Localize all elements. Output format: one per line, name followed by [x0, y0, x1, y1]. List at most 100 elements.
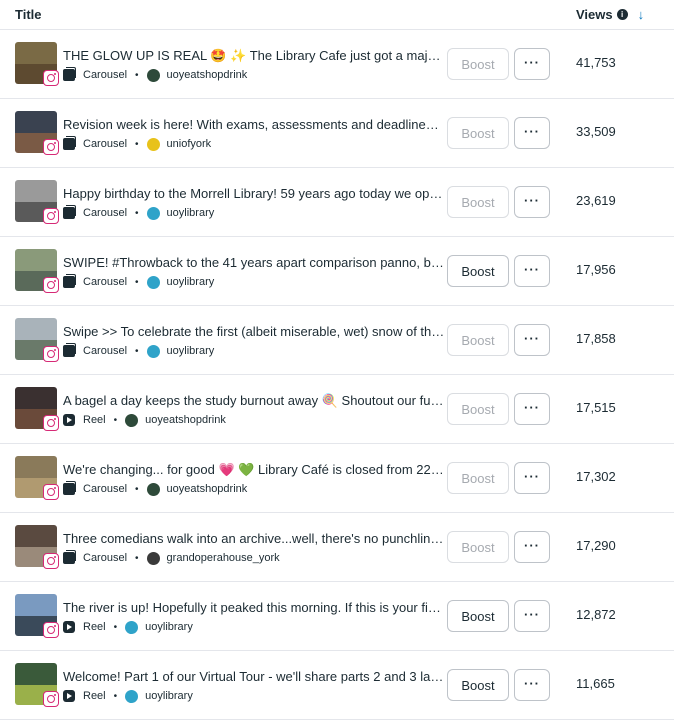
view-count: 17,290	[576, 538, 616, 553]
carousel-icon	[63, 343, 76, 357]
account-name: uoyeatshopdrink	[145, 414, 226, 426]
post-type-label: Carousel	[83, 276, 128, 288]
account-name: uoyeatshopdrink	[166, 69, 248, 81]
post-title[interactable]: THE GLOW UP IS REAL 🤩 ✨ The Library Cafe…	[63, 48, 445, 64]
sort-descending-icon[interactable]: ↓	[638, 7, 645, 22]
view-count: 11,665	[576, 676, 615, 691]
post-meta: Carousel • uniofyork	[63, 136, 212, 151]
table-row[interactable]: A bagel a day keeps the study burnout aw…	[0, 375, 674, 444]
post-meta: Carousel • uoyeatshopdrink	[63, 67, 248, 82]
post-type-label: Carousel	[83, 69, 128, 81]
thumbnail-top	[15, 180, 57, 202]
more-options-button[interactable]: ···	[514, 531, 550, 563]
thumbnail-top	[15, 111, 57, 133]
account-avatar	[146, 206, 160, 220]
info-icon[interactable]: i	[616, 9, 628, 20]
post-type-label: Carousel	[83, 483, 128, 495]
post-type-label: Carousel	[83, 138, 128, 150]
views-column-header[interactable]: Views i ↓	[576, 7, 644, 22]
post-type-label: Carousel	[83, 552, 128, 564]
instagram-icon	[43, 553, 59, 569]
post-title[interactable]: Three comedians walk into an archive...w…	[63, 531, 445, 546]
instagram-icon	[43, 346, 59, 362]
boost-button[interactable]: Boost	[447, 462, 509, 494]
table-row[interactable]: The river is up! Hopefully it peaked thi…	[0, 582, 674, 651]
carousel-icon	[63, 481, 76, 495]
more-options-button[interactable]: ···	[514, 462, 550, 494]
account-avatar	[146, 68, 160, 82]
account-avatar	[125, 413, 139, 427]
separator-dot: •	[113, 621, 118, 633]
carousel-icon	[63, 205, 76, 219]
account-name: grandoperahouse_york	[166, 552, 280, 564]
boost-button[interactable]: Boost	[447, 48, 509, 80]
table-row[interactable]: Swipe >> To celebrate the first (albeit …	[0, 306, 674, 375]
table-row[interactable]: THE GLOW UP IS REAL 🤩 ✨ The Library Cafe…	[0, 30, 674, 99]
account-avatar	[125, 620, 139, 634]
table-row[interactable]: Happy birthday to the Morrell Library! 5…	[0, 168, 674, 237]
instagram-icon	[43, 139, 59, 155]
separator-dot: •	[135, 69, 139, 81]
table-row[interactable]: SWIPE! #Throwback to the 41 years apart …	[0, 237, 674, 306]
post-title[interactable]: Welcome! Part 1 of our Virtual Tour - we…	[63, 669, 445, 684]
view-count: 33,509	[576, 124, 616, 139]
more-options-button[interactable]: ···	[514, 117, 550, 149]
post-title[interactable]: The river is up! Hopefully it peaked thi…	[63, 600, 445, 615]
carousel-icon	[63, 274, 76, 288]
post-type-label: Reel	[83, 621, 106, 633]
post-title[interactable]: Happy birthday to the Morrell Library! 5…	[63, 186, 445, 201]
more-options-button[interactable]: ···	[514, 669, 550, 701]
post-meta: Carousel • uoylibrary	[63, 274, 215, 289]
post-title[interactable]: We're changing... for good 💗 💚 Library C…	[63, 462, 445, 478]
post-title[interactable]: Swipe >> To celebrate the first (albeit …	[63, 324, 445, 339]
thumbnail-top	[15, 249, 57, 271]
thumbnail-top	[15, 387, 57, 409]
view-count: 17,515	[576, 400, 616, 415]
table-row[interactable]: Revision week is here! With exams, asses…	[0, 99, 674, 168]
boost-button[interactable]: Boost	[447, 324, 509, 356]
table-row[interactable]: We're changing... for good 💗 💚 Library C…	[0, 444, 674, 513]
account-avatar	[146, 551, 160, 565]
table-row[interactable]: Welcome! Part 1 of our Virtual Tour - we…	[0, 651, 674, 720]
post-type-label: Carousel	[83, 345, 128, 357]
reel-icon	[63, 690, 75, 702]
post-title[interactable]: SWIPE! #Throwback to the 41 years apart …	[63, 255, 445, 270]
instagram-icon	[43, 208, 59, 224]
boost-button[interactable]: Boost	[447, 186, 509, 218]
carousel-icon	[63, 550, 76, 564]
more-options-button[interactable]: ···	[514, 255, 550, 287]
thumbnail-top	[15, 42, 57, 64]
boost-button[interactable]: Boost	[447, 600, 509, 632]
post-meta: Reel • uoylibrary	[63, 689, 193, 703]
post-title[interactable]: A bagel a day keeps the study burnout aw…	[63, 393, 445, 409]
account-name: uniofyork	[166, 138, 212, 150]
more-options-button[interactable]: ···	[514, 600, 550, 632]
reel-icon	[63, 621, 75, 633]
account-name: uoylibrary	[166, 276, 215, 288]
account-name: uoylibrary	[145, 690, 193, 702]
boost-button[interactable]: Boost	[447, 669, 509, 701]
separator-dot: •	[135, 552, 139, 564]
title-column-header[interactable]: Title	[15, 7, 42, 22]
instagram-icon	[43, 691, 59, 707]
boost-button[interactable]: Boost	[447, 531, 509, 563]
more-options-button[interactable]: ···	[514, 48, 550, 80]
post-title[interactable]: Revision week is here! With exams, asses…	[63, 117, 445, 132]
account-avatar	[146, 275, 160, 289]
post-type-label: Reel	[83, 690, 106, 702]
separator-dot: •	[113, 414, 118, 426]
account-avatar	[146, 137, 160, 151]
view-count: 17,858	[576, 331, 616, 346]
view-count: 41,753	[576, 55, 616, 70]
boost-button[interactable]: Boost	[447, 255, 509, 287]
more-options-button[interactable]: ···	[514, 324, 550, 356]
table-row[interactable]: Three comedians walk into an archive...w…	[0, 513, 674, 582]
boost-button[interactable]: Boost	[447, 393, 509, 425]
more-options-button[interactable]: ···	[514, 393, 550, 425]
more-options-button[interactable]: ···	[514, 186, 550, 218]
post-type-label: Reel	[83, 414, 106, 426]
boost-button[interactable]: Boost	[447, 117, 509, 149]
view-count: 12,872	[576, 607, 616, 622]
thumbnail-top	[15, 318, 57, 340]
table-header: Title Views i ↓	[0, 0, 674, 30]
